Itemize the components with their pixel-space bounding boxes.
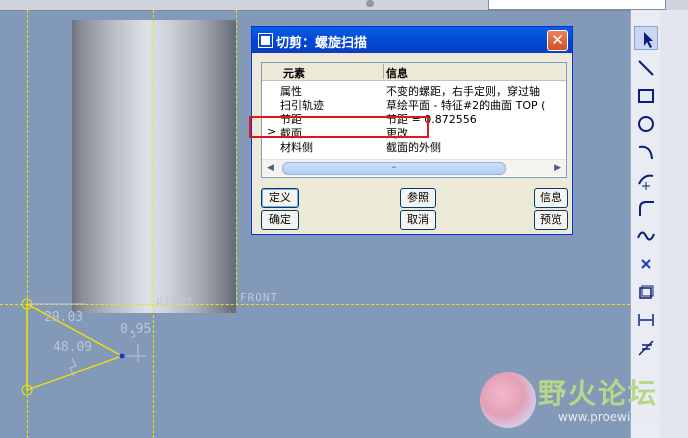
close-button[interactable]: ✕ [547, 30, 568, 51]
watermark-logo-icon [480, 372, 536, 428]
point-icon[interactable] [634, 168, 658, 192]
dimension-icon[interactable] [634, 308, 658, 332]
select-arrow-icon[interactable] [634, 26, 658, 50]
offset-icon[interactable] [634, 280, 658, 304]
list-item[interactable]: 材料侧 截面的外侧 [262, 139, 566, 154]
preview-button[interactable]: 预览 [534, 210, 568, 230]
dialog-title: 切剪：螺旋扫描 [276, 36, 368, 51]
top-input-field[interactable] [488, 0, 666, 10]
window-icon [259, 34, 272, 47]
spline-icon[interactable] [634, 224, 658, 248]
dialog-titlebar[interactable]: 切剪：螺旋扫描 ✕ [252, 27, 572, 53]
dimension-label[interactable]: 29.03 [44, 310, 83, 325]
watermark-name: 野火论坛 [538, 377, 659, 410]
rectangle-icon[interactable] [634, 84, 658, 108]
circle-icon[interactable] [634, 112, 658, 136]
watermark-url: www.proewildfire.cn [558, 410, 679, 424]
horizontal-scrollbar[interactable]: ◀ ┉ ▶ [262, 159, 566, 176]
list-header: 元素 信息 [262, 63, 566, 81]
watermark: 野火论坛 www.proewildfire.cn [476, 366, 679, 438]
dimension-label[interactable]: 0.95 [120, 322, 151, 337]
scroll-right-icon[interactable]: ▶ [554, 163, 561, 173]
fillet-icon[interactable] [634, 196, 658, 220]
list-item[interactable]: 属性 不变的螺距，右手定则，穿过轴 [262, 83, 566, 98]
column-separator[interactable] [383, 64, 384, 79]
element-info: 截面的外侧 [386, 141, 441, 154]
column-header-element[interactable]: 元素 [283, 65, 305, 81]
scroll-left-icon[interactable]: ◀ [267, 163, 274, 173]
dimension-label[interactable]: 48.09 [53, 340, 92, 355]
toolbar-knob-icon[interactable] [366, 0, 374, 7]
refs-button[interactable]: 参照 [400, 188, 436, 208]
element-name: 材料侧 [280, 141, 313, 154]
line-icon[interactable] [634, 56, 658, 80]
ok-button[interactable]: 确定 [261, 210, 299, 230]
trim-icon[interactable] [634, 336, 658, 360]
scroll-thumb[interactable]: ┉ [282, 162, 506, 175]
highlight-box [249, 116, 429, 138]
info-button[interactable]: 信息 [534, 188, 568, 208]
column-header-info[interactable]: 信息 [386, 65, 408, 81]
define-button[interactable]: 定义 [261, 188, 299, 208]
arc-icon[interactable] [634, 140, 658, 164]
cancel-button[interactable]: 取消 [400, 210, 436, 230]
cross-icon[interactable] [634, 252, 658, 276]
list-item[interactable]: 扫引轨迹 草绘平面 - 特征#2的曲面 TOP ( [262, 97, 566, 112]
